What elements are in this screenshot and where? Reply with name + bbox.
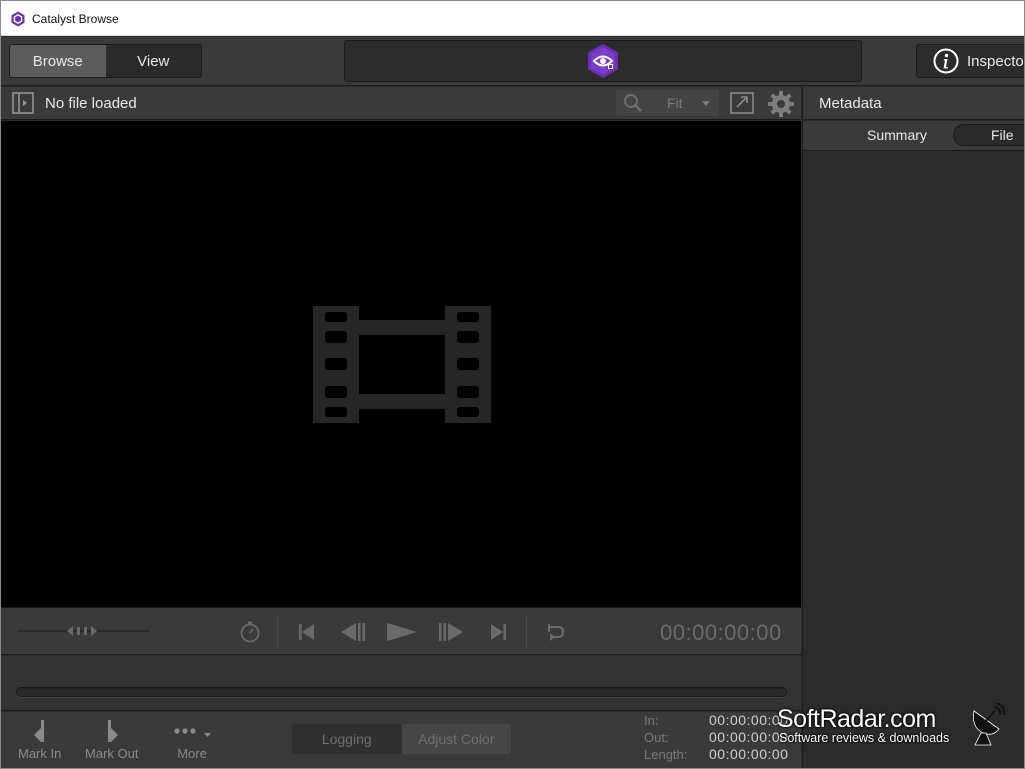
more-label: More: [177, 746, 207, 761]
satellite-dish-icon: [973, 703, 1005, 746]
tab-summary[interactable]: Summary: [867, 127, 927, 143]
length-label: Length:: [644, 747, 688, 762]
tab-logging[interactable]: Logging: [292, 724, 402, 754]
panel-mode-switch: Logging Adjust Color: [292, 724, 511, 754]
step-back-icon[interactable]: [339, 620, 367, 644]
mode-switch: Browse View: [9, 44, 202, 78]
tab-browse[interactable]: Browse: [10, 45, 106, 77]
chevron-down-icon: [702, 101, 710, 106]
watermark-name: SoftRadar.com: [777, 705, 936, 733]
more-dots-icon: [174, 728, 211, 737]
metadata-panel: Metadata Summary File: [802, 87, 1024, 768]
watermark-tagline: Software reviews & downloads: [779, 731, 950, 745]
info-icon: [933, 48, 959, 74]
mark-in-button[interactable]: Mark In: [18, 720, 61, 761]
metadata-header: Metadata: [803, 87, 1024, 120]
go-to-end-icon[interactable]: [487, 620, 509, 644]
clip-toggle-icon[interactable]: [12, 92, 34, 114]
zoom-select[interactable]: Fit: [616, 90, 719, 116]
transport-bar: 00:00:00:00: [1, 607, 801, 655]
timeline: [1, 656, 801, 711]
gear-icon[interactable]: [767, 90, 795, 118]
stopwatch-icon[interactable]: [238, 620, 262, 644]
mark-out-button[interactable]: Mark Out: [85, 720, 138, 761]
timeline-scrubber[interactable]: [16, 687, 787, 697]
mark-out-icon: [107, 720, 118, 742]
catalyst-app-icon: [11, 11, 25, 27]
separator: [277, 616, 278, 648]
title-bar: Catalyst Browse: [1, 1, 1024, 36]
top-toolbar: Browse View Inspector: [1, 37, 1024, 86]
window-title: Catalyst Browse: [32, 12, 119, 26]
in-label: In:: [644, 713, 659, 728]
search-icon: [624, 94, 642, 112]
inspector-button[interactable]: Inspector: [916, 44, 1025, 78]
separator: [526, 616, 527, 648]
mark-in-icon: [33, 720, 44, 742]
zoom-value: Fit: [667, 95, 683, 111]
current-timecode: 00:00:00:00: [660, 620, 782, 645]
viewer-header: No file loaded Fit: [1, 87, 801, 120]
metadata-tabs: Summary File: [803, 121, 1024, 151]
mark-out-label: Mark Out: [85, 746, 139, 761]
step-forward-icon[interactable]: [437, 620, 465, 644]
more-button[interactable]: More: [170, 720, 214, 761]
in-out-labels: In: Out: Length:: [644, 712, 687, 763]
tab-view[interactable]: View: [105, 45, 201, 77]
logo-display: [344, 40, 862, 82]
tab-file[interactable]: File: [953, 124, 1024, 146]
app-window: Catalyst Browse Browse View Inspector No…: [0, 0, 1025, 769]
bottom-toolbar: Mark In Mark Out More Logging Adjust Col…: [1, 712, 801, 768]
go-to-start-icon[interactable]: [296, 620, 318, 644]
fullscreen-icon[interactable]: [730, 92, 754, 114]
softradar-watermark: SoftRadar.com Software reviews & downloa…: [777, 701, 1024, 751]
file-status: No file loaded: [45, 95, 137, 112]
film-placeholder-icon: [313, 306, 491, 423]
mark-in-label: Mark In: [18, 746, 62, 761]
out-label: Out:: [644, 730, 669, 745]
video-viewer[interactable]: [1, 121, 801, 607]
loop-icon[interactable]: [543, 620, 567, 644]
play-icon[interactable]: [385, 620, 419, 644]
catalyst-eye-logo-icon: [588, 44, 618, 78]
metadata-title: Metadata: [819, 95, 882, 112]
tab-adjust-color[interactable]: Adjust Color: [401, 724, 511, 754]
shuttle-slider[interactable]: [17, 624, 149, 638]
inspector-label: Inspector: [967, 52, 1025, 70]
